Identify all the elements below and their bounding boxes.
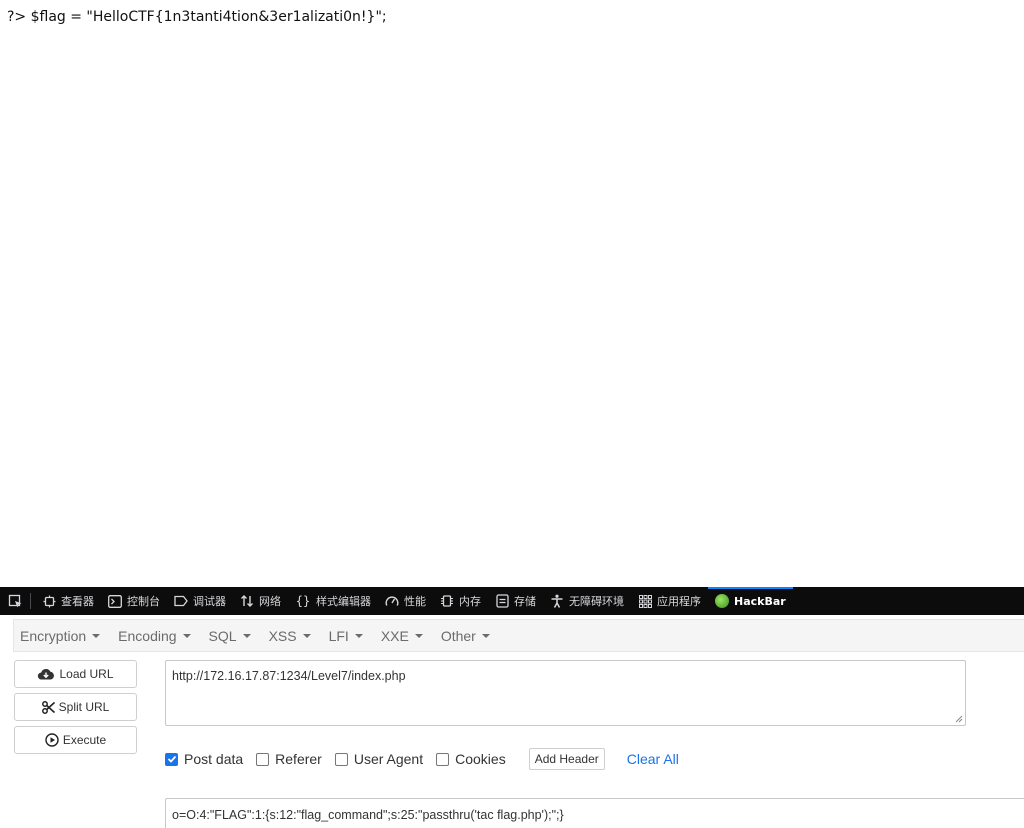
- split-url-button[interactable]: Split URL: [14, 693, 137, 721]
- tab-console[interactable]: 控制台: [101, 587, 167, 615]
- caret-down-icon: [414, 633, 423, 638]
- url-input-value: http://172.16.17.87:1234/Level7/index.ph…: [172, 669, 406, 683]
- post-data-input[interactable]: o=O:4:"FLAG":1:{s:12:"flag_command";s:25…: [165, 798, 1024, 828]
- hackbar-panel: Encryption Encoding SQL XSS LFI XXE Othe…: [0, 615, 1024, 828]
- referer-label: Referer: [275, 751, 322, 767]
- clear-all-link[interactable]: Clear All: [627, 751, 679, 767]
- cloud-download-icon: [37, 668, 55, 680]
- menu-xxe[interactable]: XXE: [381, 628, 423, 644]
- menu-xss[interactable]: XSS: [269, 628, 311, 644]
- tab-network-label: 网络: [259, 595, 281, 608]
- tab-application-label: 应用程序: [657, 595, 701, 608]
- menu-encryption-label: Encryption: [20, 627, 87, 644]
- menu-xss-label: XSS: [268, 627, 297, 644]
- menu-other[interactable]: Other: [441, 628, 490, 644]
- cookies-option[interactable]: Cookies: [436, 751, 506, 767]
- menu-other-label: Other: [440, 627, 476, 644]
- load-url-button[interactable]: Load URL: [14, 660, 137, 688]
- tab-debugger[interactable]: 调试器: [167, 587, 233, 615]
- add-header-button[interactable]: Add Header: [528, 748, 605, 770]
- menu-xxe-label: XXE: [380, 627, 409, 644]
- menu-encoding[interactable]: Encoding: [118, 627, 191, 644]
- inspector-icon: [42, 594, 56, 608]
- tab-hackbar[interactable]: HackBar: [708, 587, 793, 615]
- referer-option[interactable]: Referer: [256, 751, 322, 767]
- menu-lfi-label: LFI: [328, 627, 349, 644]
- resize-grip-icon[interactable]: [953, 713, 963, 723]
- checkmark-icon: [167, 755, 176, 763]
- tab-style-editor[interactable]: {} 样式编辑器: [288, 587, 378, 615]
- storage-icon: [495, 594, 509, 608]
- play-circle-icon: [45, 733, 59, 747]
- post-data-checkbox[interactable]: [165, 752, 178, 766]
- cookies-checkbox[interactable]: [436, 752, 450, 766]
- caret-down-icon: [481, 633, 490, 638]
- post-data-option[interactable]: Post data: [165, 751, 243, 767]
- caret-down-icon: [182, 633, 191, 638]
- tab-memory-label: 内存: [459, 595, 481, 608]
- tab-network[interactable]: 网络: [233, 587, 288, 615]
- tab-storage-label: 存储: [514, 595, 536, 608]
- options-row: Post data Referer User Agent Cookies Add…: [165, 748, 679, 770]
- tab-storage[interactable]: 存储: [488, 587, 543, 615]
- tab-inspector-label: 查看器: [61, 595, 94, 608]
- tab-application[interactable]: 应用程序: [631, 587, 708, 615]
- user-agent-checkbox[interactable]: [334, 752, 348, 766]
- menu-encoding-label: Encoding: [118, 627, 177, 644]
- tab-memory[interactable]: 内存: [433, 587, 488, 615]
- style-editor-icon: {}: [295, 594, 311, 608]
- scissors-icon: [41, 700, 55, 714]
- referer-checkbox[interactable]: [256, 752, 270, 766]
- devtools-toolbar: 查看器 控制台 调试器 网络 {} 样式编辑器 性能 内存 存储 无障碍环境 应…: [0, 587, 1024, 615]
- user-agent-option[interactable]: User Agent: [334, 751, 424, 767]
- menu-lfi[interactable]: LFI: [329, 628, 363, 644]
- hackbar-logo-icon: [715, 594, 729, 608]
- menu-sql[interactable]: SQL: [209, 628, 251, 644]
- page-output-text: ?> $flag = "HelloCTF{1n3tanti4tion&3er1a…: [7, 9, 387, 25]
- hackbar-menu-bar: Encryption Encoding SQL XSS LFI XXE Othe…: [13, 619, 1024, 652]
- cookies-label: Cookies: [455, 751, 506, 767]
- user-agent-label: User Agent: [353, 751, 424, 767]
- menu-encryption[interactable]: Encryption: [20, 627, 101, 644]
- toolbar-divider: [30, 593, 31, 609]
- post-data-label: Post data: [184, 751, 244, 767]
- caret-down-icon: [242, 633, 251, 638]
- tab-debugger-label: 调试器: [193, 595, 226, 608]
- caret-down-icon: [92, 633, 101, 638]
- tab-performance[interactable]: 性能: [378, 587, 433, 615]
- console-icon: [108, 594, 122, 608]
- debugger-icon: [174, 594, 188, 608]
- performance-icon: [385, 594, 399, 608]
- menu-sql-label: SQL: [208, 627, 237, 644]
- post-data-value: o=O:4:"FLAG":1:{s:12:"flag_command";s:25…: [172, 808, 564, 822]
- element-picker-button[interactable]: [0, 587, 30, 615]
- tab-console-label: 控制台: [127, 595, 160, 608]
- tab-accessibility-label: 无障碍环境: [569, 595, 624, 608]
- caret-down-icon: [302, 633, 311, 638]
- tab-style-editor-label: 样式编辑器: [316, 595, 371, 608]
- execute-button[interactable]: Execute: [14, 726, 137, 754]
- load-url-label: Load URL: [59, 667, 114, 681]
- memory-icon: [440, 594, 454, 608]
- network-icon: [240, 594, 254, 608]
- element-picker-icon: [8, 594, 21, 607]
- accessibility-icon: [550, 594, 564, 608]
- url-input[interactable]: http://172.16.17.87:1234/Level7/index.ph…: [165, 660, 966, 726]
- application-icon: [638, 594, 652, 608]
- tab-inspector[interactable]: 查看器: [35, 587, 101, 615]
- tab-hackbar-label: HackBar: [734, 594, 786, 608]
- split-url-label: Split URL: [58, 700, 110, 714]
- caret-down-icon: [354, 633, 363, 638]
- tab-accessibility[interactable]: 无障碍环境: [543, 587, 631, 615]
- execute-label: Execute: [62, 733, 107, 747]
- tab-performance-label: 性能: [404, 595, 426, 608]
